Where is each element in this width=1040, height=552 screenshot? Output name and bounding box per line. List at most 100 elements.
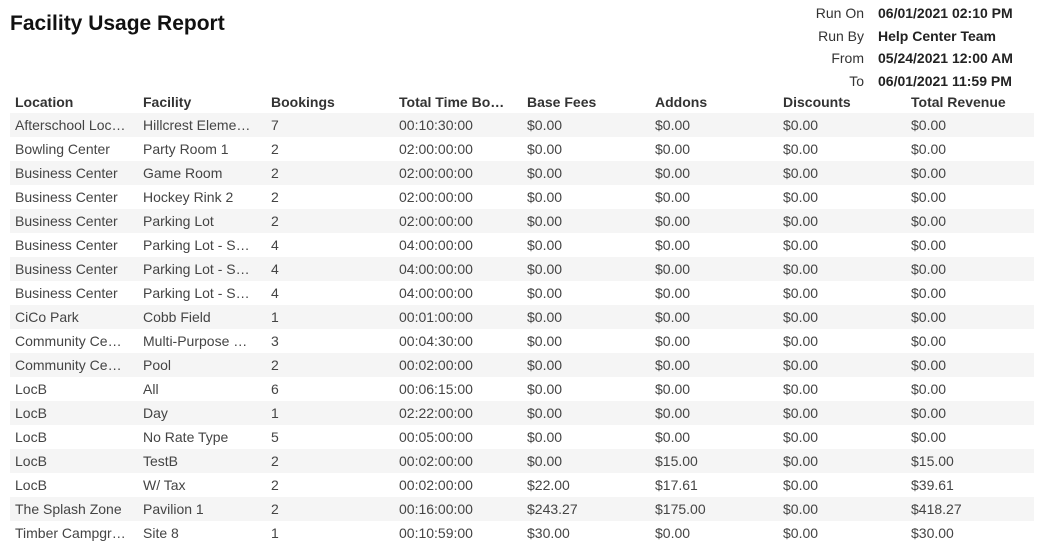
table-row[interactable]: Business Center Parking Lot - S… 4 04:00:00… (10, 233, 1034, 257)
table-cell: $0.00 (906, 401, 1034, 425)
column-header[interactable]: Location (10, 90, 138, 113)
table-cell: 1 (266, 401, 394, 425)
table-row[interactable]: Business Center Parking Lot - S… 4 04:00:00… (10, 281, 1034, 305)
table-cell: Afterschool Loc… (10, 113, 138, 137)
table-cell: $0.00 (522, 401, 650, 425)
table-cell: $0.00 (655, 189, 691, 205)
table-cell: $0.00 (522, 161, 650, 185)
table-cell: $0.00 (778, 497, 906, 521)
column-header[interactable]: Addons (650, 90, 778, 113)
table-cell: 1 (271, 525, 279, 541)
table-row[interactable]: LocB No Rate Type 5 00:05:00:00 $0.00 $0.00 $0… (10, 425, 1034, 449)
table-cell: Hillcrest Eleme… (138, 113, 266, 137)
table-row[interactable]: LocB TestB 2 00:02:00:00 $0.00 $15.00 $0.00 $15… (10, 449, 1034, 473)
table-row[interactable]: LocB Day 1 02:22:00:00 $0.00 $0.00 $0.00 $0.00 (10, 401, 1034, 425)
meta-row: Run By Help Center Team (760, 25, 1035, 48)
table-cell: 02:00:00:00 (394, 161, 522, 185)
table-cell: $0.00 (906, 257, 1034, 281)
table-cell: 02:00:00:00 (394, 209, 522, 233)
table-cell: $30.00 (527, 525, 570, 541)
table-cell: 02:00:00:00 (399, 141, 473, 157)
table-cell: $0.00 (783, 477, 819, 493)
report-meta: Run On 06/01/2021 02:10 PM Run By Help Cent… (760, 2, 1035, 92)
table-cell: Day (138, 401, 266, 425)
column-header[interactable]: Discounts (778, 90, 906, 113)
table-cell: $0.00 (655, 429, 691, 445)
table-cell: 2 (266, 497, 394, 521)
table-cell: 00:05:00:00 (399, 429, 473, 445)
table-cell: $0.00 (783, 381, 819, 397)
table-cell: 04:00:00:00 (399, 237, 473, 253)
table-row[interactable]: Business Center Parking Lot - S… 4 04:00:00… (10, 257, 1034, 281)
table-cell: 2 (271, 189, 279, 205)
table-cell: $0.00 (522, 353, 650, 377)
table-cell: 00:04:30:00 (399, 333, 473, 349)
table-row[interactable]: Afterschool Loc… Hillcrest Eleme… 7 00:10:3… (10, 113, 1034, 137)
table-cell: $0.00 (906, 353, 1034, 377)
table-row[interactable]: LocB All 6 00:06:15:00 $0.00 $0.00 $0.00 $0.00 (10, 377, 1034, 401)
table-cell: 2 (271, 141, 279, 157)
table-cell: $0.00 (778, 353, 906, 377)
column-header[interactable]: Total Time Bo… (394, 90, 522, 113)
table-cell: LocB (10, 401, 138, 425)
table-row[interactable]: LocB W/ Tax 2 00:02:00:00 $22.00 $17.61 $0.00 $… (10, 473, 1034, 497)
table-cell: $0.00 (911, 381, 947, 397)
table-cell: 4 (271, 237, 279, 253)
meta-label: Run On (815, 5, 864, 21)
table-cell: $0.00 (906, 161, 1034, 185)
table-cell: 00:10:30:00 (394, 113, 522, 137)
table-cell: 3 (271, 333, 279, 349)
table-cell: Parking Lot - S… (143, 237, 250, 253)
table-row[interactable]: Timber Campgr… Site 8 1 00:10:59:00 $30.00 $0… (10, 521, 1034, 545)
table-row[interactable]: The Splash Zone Pavilion 1 2 00:16:00:00 $24… (10, 497, 1034, 521)
table-cell: $0.00 (783, 237, 819, 253)
table-cell: $0.00 (655, 141, 691, 157)
table-cell: $0.00 (783, 189, 819, 205)
table-cell: $0.00 (911, 237, 947, 253)
table-cell: Business Center (10, 209, 138, 233)
table-cell: 1 (266, 305, 394, 329)
table-cell: $243.27 (522, 497, 650, 521)
table-row[interactable]: Community Ce… Pool 2 00:02:00:00 $0.00 $0.00 $… (10, 353, 1034, 377)
table-cell: $0.00 (906, 305, 1034, 329)
table-cell: $0.00 (783, 429, 819, 445)
table-cell: $0.00 (527, 429, 563, 445)
table-cell: 6 (271, 381, 279, 397)
table-cell: $0.00 (527, 189, 563, 205)
table-cell: 4 (271, 285, 279, 301)
column-header[interactable]: Facility (138, 90, 266, 113)
table-row[interactable]: Bowling Center Party Room 1 2 02:00:00:00 $0… (10, 137, 1034, 161)
table-row[interactable]: Community Ce… Multi-Purpose … 3 00:04:30:00… (10, 329, 1034, 353)
table-cell: $0.00 (522, 113, 650, 137)
table-row[interactable]: Business Center Parking Lot 2 02:00:00:00 $0… (10, 209, 1034, 233)
table-cell: Timber Campgr… (15, 525, 126, 541)
table-cell: $0.00 (783, 285, 819, 301)
column-header[interactable]: Total Revenue (906, 90, 1034, 113)
meta-value: 06/01/2021 11:59 PM (878, 72, 1012, 89)
meta-row: To 06/01/2021 11:59 PM (760, 70, 1035, 93)
meta-row: From 05/24/2021 12:00 AM (760, 47, 1035, 70)
table-cell: Community Ce… (15, 333, 122, 349)
column-header[interactable]: Base Fees (522, 90, 650, 113)
table-row[interactable]: Business Center Hockey Rink 2 2 02:00:00:00… (10, 185, 1034, 209)
table-cell: LocB (15, 429, 47, 445)
table-cell: 5 (271, 429, 279, 445)
table-cell: $0.00 (778, 209, 906, 233)
table-cell: $15.00 (650, 449, 778, 473)
table-cell: $0.00 (650, 353, 778, 377)
table-row[interactable]: CiCo Park Cobb Field 1 00:01:00:00 $0.00 $0.0… (10, 305, 1034, 329)
table-cell: Parking Lot - S… (143, 285, 250, 301)
table-cell: 2 (266, 449, 394, 473)
table-cell: 2 (266, 161, 394, 185)
table-cell: 04:00:00:00 (399, 285, 473, 301)
table-cell: 00:10:59:00 (399, 525, 473, 541)
table-cell: Site 8 (143, 525, 179, 541)
table-cell: All (143, 381, 159, 397)
table-cell: Community Ce… (10, 353, 138, 377)
table-row[interactable]: Business Center Game Room 2 02:00:00:00 $0.0… (10, 161, 1034, 185)
table-cell: 00:02:00:00 (394, 449, 522, 473)
column-header[interactable]: Bookings (266, 90, 394, 113)
table-cell: $0.00 (527, 333, 563, 349)
table-cell: $0.00 (906, 113, 1034, 137)
table-cell: $30.00 (911, 525, 954, 541)
